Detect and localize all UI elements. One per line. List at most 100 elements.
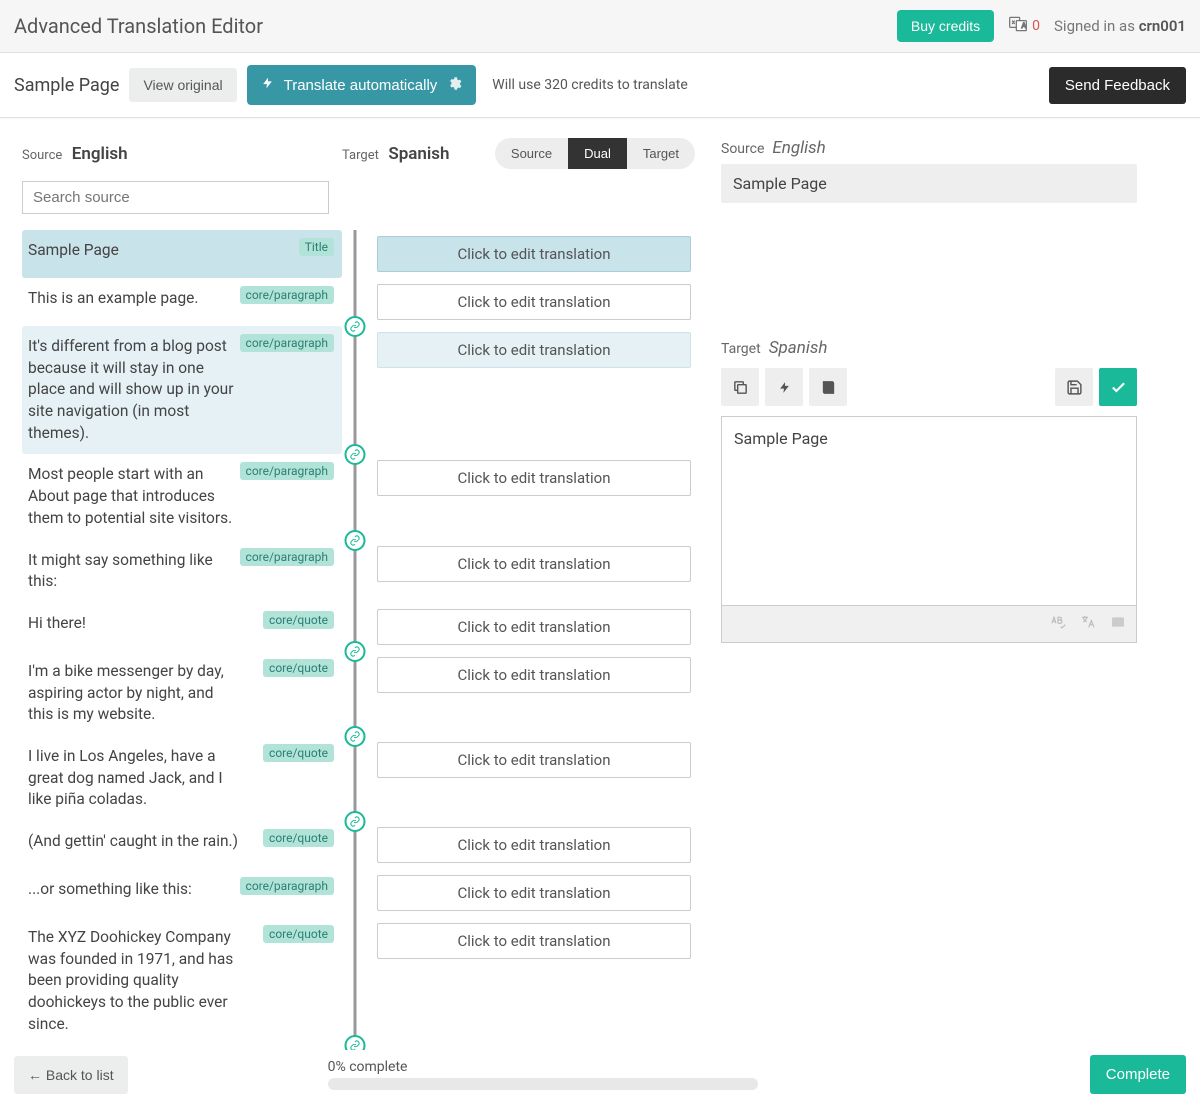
segment-source[interactable]: I live in Los Angeles, have a great dog … — [22, 736, 342, 821]
signed-in-label: Signed in as crn001 — [1054, 17, 1186, 35]
view-toggle: Source Dual Target — [495, 138, 695, 169]
credit-badge: A 0 — [1008, 14, 1040, 38]
segment-tag: core/quote — [263, 659, 334, 677]
rp-source-label: Source — [721, 141, 764, 157]
machine-translate-button[interactable] — [765, 368, 803, 406]
confirm-button[interactable] — [1099, 368, 1137, 406]
tag-tool-icon[interactable] — [1110, 614, 1126, 634]
view-original-button[interactable]: View original — [129, 68, 236, 102]
segment-row[interactable]: Sample PageTitle Click to edit translatio… — [22, 230, 695, 278]
glossary-button[interactable] — [809, 368, 847, 406]
segment-row[interactable]: I'm a bike messenger by day, aspiring ac… — [22, 651, 695, 736]
copy-source-button[interactable] — [721, 368, 759, 406]
translate-automatically-button[interactable]: Translate automatically — [247, 65, 477, 105]
segment-divider — [342, 278, 367, 326]
source-language: English — [72, 144, 128, 164]
translate-tool-icon[interactable] — [1080, 614, 1096, 634]
segment-text: The XYZ Doohickey Company was founded in… — [28, 927, 332, 1035]
segment-tag: core/quote — [263, 925, 334, 943]
editor-footer — [721, 606, 1137, 643]
target-label: Target — [342, 148, 379, 163]
edit-translation-box[interactable]: Click to edit translation — [377, 546, 691, 582]
rp-source-lang: English — [772, 138, 825, 158]
search-input[interactable] — [22, 181, 329, 214]
edit-translation-box[interactable]: Click to edit translation — [377, 460, 691, 496]
segment-divider — [342, 869, 367, 917]
segment-divider — [342, 326, 367, 454]
edit-translation-box[interactable]: Click to edit translation — [377, 827, 691, 863]
edit-translation-box[interactable]: Click to edit translation — [377, 875, 691, 911]
segment-source[interactable]: It might say something like this:core/pa… — [22, 540, 342, 603]
edit-translation-box[interactable]: Click to edit translation — [377, 609, 691, 645]
target-language: Spanish — [388, 144, 449, 164]
progress-bar — [328, 1078, 758, 1090]
translation-editor[interactable]: Sample Page — [721, 416, 1137, 606]
app-title: Advanced Translation Editor — [14, 14, 263, 38]
segment-row[interactable]: It's different from a blog post because … — [22, 326, 695, 454]
edit-translation-box[interactable]: Click to edit translation — [377, 332, 691, 368]
segment-tag: core/quote — [263, 829, 334, 847]
link-icon[interactable] — [344, 316, 365, 337]
link-icon[interactable] — [344, 641, 365, 662]
segment-divider — [342, 603, 367, 651]
back-to-list-button[interactable]: ← Back to list — [14, 1056, 128, 1094]
segment-divider — [342, 736, 367, 821]
segment-source[interactable]: Most people start with an About page tha… — [22, 454, 342, 539]
spellcheck-icon[interactable] — [1050, 614, 1066, 634]
view-target-button[interactable]: Target — [627, 138, 695, 169]
segment-target: Click to edit translation — [367, 917, 695, 1045]
save-button[interactable] — [1055, 368, 1093, 406]
edit-translation-box[interactable]: Click to edit translation — [377, 923, 691, 959]
segment-divider — [342, 917, 367, 1045]
segment-tag: core/paragraph — [240, 334, 334, 352]
complete-button[interactable]: Complete — [1090, 1055, 1186, 1094]
rp-source-text: Sample Page — [721, 164, 1137, 203]
segment-divider — [342, 454, 367, 539]
segment-source[interactable]: Sample PageTitle — [22, 230, 342, 278]
segment-row[interactable]: This is an example page.core/paragraph Cl… — [22, 278, 695, 326]
segment-divider — [342, 230, 367, 278]
segment-target: Click to edit translation — [367, 736, 695, 821]
segment-row[interactable]: Hi there!core/quote Click to edit transla… — [22, 603, 695, 651]
segment-target: Click to edit translation — [367, 603, 695, 651]
segment-source[interactable]: Hi there!core/quote — [22, 603, 342, 651]
segment-row[interactable]: The XYZ Doohickey Company was founded in… — [22, 917, 695, 1045]
edit-translation-box[interactable]: Click to edit translation — [377, 742, 691, 778]
edit-translation-box[interactable]: Click to edit translation — [377, 657, 691, 693]
segment-divider — [342, 651, 367, 736]
segment-tag: Title — [299, 238, 334, 256]
segment-source[interactable]: It's different from a blog post because … — [22, 326, 342, 454]
segment-source[interactable]: (And gettin' caught in the rain.)core/qu… — [22, 821, 342, 869]
send-feedback-button[interactable]: Send Feedback — [1049, 67, 1186, 104]
view-source-button[interactable]: Source — [495, 138, 568, 169]
link-icon[interactable] — [344, 726, 365, 747]
progress-label: 0% complete — [328, 1059, 758, 1075]
view-dual-button[interactable]: Dual — [568, 138, 627, 169]
link-icon[interactable] — [344, 811, 365, 832]
segment-source[interactable]: ...or something like this:core/paragraph — [22, 869, 342, 917]
segment-tag: core/paragraph — [240, 462, 334, 480]
edit-translation-box[interactable]: Click to edit translation — [377, 236, 691, 272]
segment-target: Click to edit translation — [367, 230, 695, 278]
segment-source[interactable]: This is an example page.core/paragraph — [22, 278, 342, 326]
rp-target-label: Target — [721, 341, 761, 357]
segment-text: It's different from a blog post because … — [28, 336, 332, 444]
segment-source[interactable]: The XYZ Doohickey Company was founded in… — [22, 917, 342, 1045]
edit-translation-box[interactable]: Click to edit translation — [377, 284, 691, 320]
segment-target: Click to edit translation — [367, 869, 695, 917]
segment-row[interactable]: Most people start with an About page tha… — [22, 454, 695, 539]
segment-tag: core/paragraph — [240, 548, 334, 566]
segment-target: Click to edit translation — [367, 540, 695, 603]
segment-tag: core/quote — [263, 744, 334, 762]
segment-source[interactable]: I'm a bike messenger by day, aspiring ac… — [22, 651, 342, 736]
credits-usage-label: Will use 320 credits to translate — [492, 77, 688, 93]
segment-tag: core/quote — [263, 611, 334, 629]
segment-row[interactable]: I live in Los Angeles, have a great dog … — [22, 736, 695, 821]
link-icon[interactable] — [344, 1035, 365, 1050]
link-icon[interactable] — [344, 444, 365, 465]
segment-tag: core/paragraph — [240, 286, 334, 304]
segment-row[interactable]: ...or something like this:core/paragraph… — [22, 869, 695, 917]
link-icon[interactable] — [344, 530, 365, 551]
svg-text:A: A — [1021, 21, 1026, 30]
buy-credits-button[interactable]: Buy credits — [897, 10, 994, 42]
